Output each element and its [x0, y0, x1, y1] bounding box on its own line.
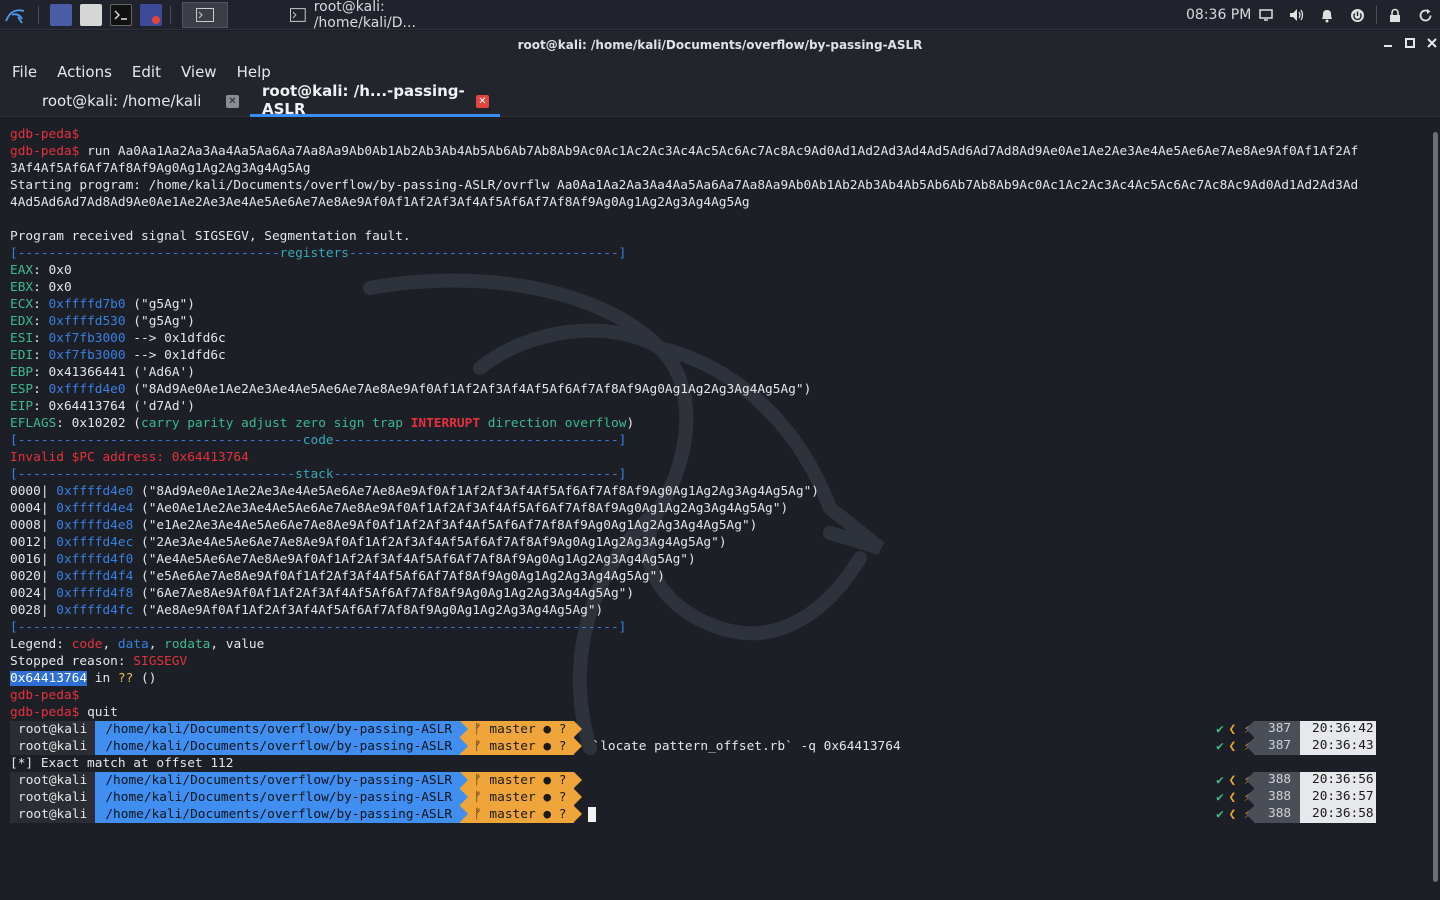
minimize-button[interactable] — [1378, 31, 1398, 59]
stack-entry: 0024| 0xffffd4f8 ("6Ae7Ae8Ae9Af0Af1Af2Af… — [10, 586, 635, 601]
register-eax: EAX: 0x0 — [10, 263, 72, 278]
scrollbar-thumb[interactable] — [1433, 132, 1438, 882]
close-icon — [1427, 38, 1437, 48]
taskbar-window-title: root@kali: /home/kali/D... — [313, 0, 416, 31]
text-cursor[interactable] — [588, 807, 597, 822]
exact-match-line: [*] Exact match at offset 112 — [10, 756, 234, 771]
registers-separator: [----------------------------------regis… — [10, 246, 627, 261]
tab-close-icon[interactable]: ✕ — [476, 95, 489, 108]
register-esp: ESP: 0xffffd4e0 ("8Ad9Ae0Ae1Ae2Ae3Ae4Ae5… — [10, 382, 812, 397]
register-ebx: EBX: 0x0 — [10, 280, 72, 295]
window-title: root@kali: /home/kali/Documents/overflow… — [517, 38, 923, 52]
frame-line: 0x64413764 in ?? () — [10, 671, 157, 686]
right-prompt: ✔ ❮ ⚡ 387 20:36:43 — [1214, 738, 1376, 755]
active-terminal-task[interactable] — [182, 2, 228, 28]
menu-actions[interactable]: Actions — [57, 63, 112, 81]
stack-separator: [------------------------------------sta… — [10, 467, 627, 482]
lock-icon[interactable] — [1386, 6, 1404, 24]
stack-entry: 0020| 0xffffd4f4 ("e5Ae6Ae7Ae8Ae9Af0Af1A… — [10, 569, 665, 584]
stack-entry: 0016| 0xffffd4f0 ("Ae4Ae5Ae6Ae7Ae8Ae9Af0… — [10, 552, 696, 567]
register-edi: EDI: 0xf7fb3000 --> 0x1dfd6c — [10, 348, 226, 363]
register-ebp: EBP: 0x41366441 ('Ad6A') — [10, 365, 195, 380]
menu-help[interactable]: Help — [237, 63, 271, 81]
display-icon[interactable] — [1257, 6, 1275, 24]
right-prompt: ✔ ❮ ⚡ 388 20:36:58 — [1214, 806, 1376, 823]
volume-icon[interactable] — [1288, 6, 1306, 24]
starting-program-line: Starting program: /home/kali/Documents/o… — [10, 178, 1359, 193]
run-command-line: gdb-peda$ run Aa0Aa1Aa2Aa3Aa4Aa5Aa6Aa7Aa… — [10, 144, 1359, 159]
terminal-icon — [290, 8, 306, 22]
clock[interactable]: 08:36 PM — [1186, 7, 1251, 23]
menu-view[interactable]: View — [181, 63, 217, 81]
window-titlebar[interactable]: root@kali: /home/kali/Documents/overflow… — [0, 31, 1440, 59]
register-eip: EIP: 0x64413764 ('d7Ad') — [10, 399, 195, 414]
kali-dragon-icon[interactable] — [2, 4, 28, 26]
screen-recorder-icon[interactable] — [140, 4, 162, 26]
stack-entry: 0008| 0xffffd4e8 ("e1Ae2Ae3Ae4Ae5Ae6Ae7A… — [10, 518, 758, 533]
legend-line: Legend: code, data, rodata, value — [10, 637, 265, 652]
taskbar-separator — [1376, 6, 1377, 24]
menu-file[interactable]: File — [12, 63, 37, 81]
maximize-button[interactable] — [1400, 31, 1420, 59]
taskbar-window-button[interactable]: root@kali: /home/kali/D... — [282, 0, 488, 31]
signal-line: Program received signal SIGSEGV, Segment… — [10, 229, 411, 244]
starting-program-wrap: 4Ad5Ad6Ad7Ad8Ad9Ae0Ae1Ae2Ae3Ae4Ae5Ae6Ae7… — [10, 195, 750, 210]
tab-by-passing-aslr[interactable]: root@kali: /h...-passing-ASLR ✕ — [250, 81, 500, 118]
shell-prompt: root@kali/home/kali/Documents/overflow/b… — [10, 772, 583, 789]
shell-prompt: root@kali/home/kali/Documents/overflow/b… — [10, 738, 901, 755]
terminal-scrollbar[interactable] — [1432, 118, 1440, 900]
tab-label: root@kali: /h...-passing-ASLR — [262, 81, 465, 118]
power-icon[interactable] — [1348, 6, 1366, 24]
shell-command: `locate pattern_offset.rb` -q 0x64413764 — [592, 739, 901, 754]
tab-close-icon[interactable]: ✕ — [226, 95, 239, 108]
maximize-icon — [1405, 38, 1415, 48]
refresh-icon[interactable] — [1416, 6, 1434, 24]
stopped-reason-line: Stopped reason: SIGSEGV — [10, 654, 188, 669]
invalid-pc-line: Invalid $PC address: 0x64413764 — [10, 450, 249, 465]
quit-command-line: gdb-peda$ quit — [10, 705, 118, 720]
tab-label: root@kali: /home/kali — [42, 92, 202, 110]
terminal-output[interactable]: gdb-peda$ gdb-peda$ run Aa0Aa1Aa2Aa3Aa4A… — [0, 118, 1432, 900]
tab-home-kali[interactable]: root@kali: /home/kali ✕ — [0, 85, 250, 117]
shell-prompt: root@kali/home/kali/Documents/overflow/b… — [10, 721, 583, 738]
gdb-prompt: gdb-peda$ — [10, 688, 80, 703]
register-ecx: ECX: 0xffffd7b0 ("g5Ag") — [10, 297, 195, 312]
register-esi: ESI: 0xf7fb3000 --> 0x1dfd6c — [10, 331, 226, 346]
close-button[interactable] — [1422, 31, 1440, 59]
bell-icon[interactable] — [1318, 6, 1336, 24]
tab-bar: root@kali: /home/kali ✕ root@kali: /h...… — [0, 81, 1440, 118]
taskbar: root@kali: /home/kali/D... 08:36 PM — [0, 0, 1440, 31]
taskbar-separator — [38, 6, 39, 24]
stack-entry: 0004| 0xffffd4e4 ("Ae0Ae1Ae2Ae3Ae4Ae5Ae6… — [10, 501, 789, 516]
menu-edit[interactable]: Edit — [132, 63, 161, 81]
stack-entry: 0012| 0xffffd4ec ("2Ae3Ae4Ae5Ae6Ae7Ae8Ae… — [10, 535, 727, 550]
stack-entry: 0028| 0xffffd4fc ("Ae8Ae9Af0Af1Af2Af3Af4… — [10, 603, 604, 618]
right-prompt: ✔ ❮ ⚡ 387 20:36:42 — [1214, 721, 1376, 738]
run-command-wrap: 3Af4Af5Af6Af7Af8Af9Ag0Ag1Ag2Ag3Ag4Ag5Ag — [10, 161, 311, 176]
end-separator: [---------------------------------------… — [10, 620, 627, 635]
right-prompt: ✔ ❮ ⚡ 388 20:36:56 — [1214, 772, 1376, 789]
gdb-prompt: gdb-peda$ — [10, 127, 80, 142]
register-edx: EDX: 0xffffd530 ("g5Ag") — [10, 314, 195, 329]
file-manager-icon[interactable] — [80, 4, 102, 26]
code-separator: [-------------------------------------co… — [10, 433, 627, 448]
right-prompt: ✔ ❮ ⚡ 388 20:36:57 — [1214, 789, 1376, 806]
register-eflags: EFLAGS: 0x10202 (carry parity adjust zer… — [10, 416, 635, 431]
show-desktop-icon[interactable] — [50, 4, 72, 26]
shell-prompt-current: root@kali/home/kali/Documents/overflow/b… — [10, 806, 597, 823]
shell-prompt: root@kali/home/kali/Documents/overflow/b… — [10, 789, 583, 806]
taskbar-separator — [170, 6, 171, 24]
terminal-icon[interactable] — [110, 4, 132, 26]
minimize-icon — [1384, 45, 1392, 47]
stack-entry: 0000| 0xffffd4e0 ("8Ad9Ae0Ae1Ae2Ae3Ae4Ae… — [10, 484, 819, 499]
menu-bar: File Actions Edit View Help — [0, 59, 1440, 85]
